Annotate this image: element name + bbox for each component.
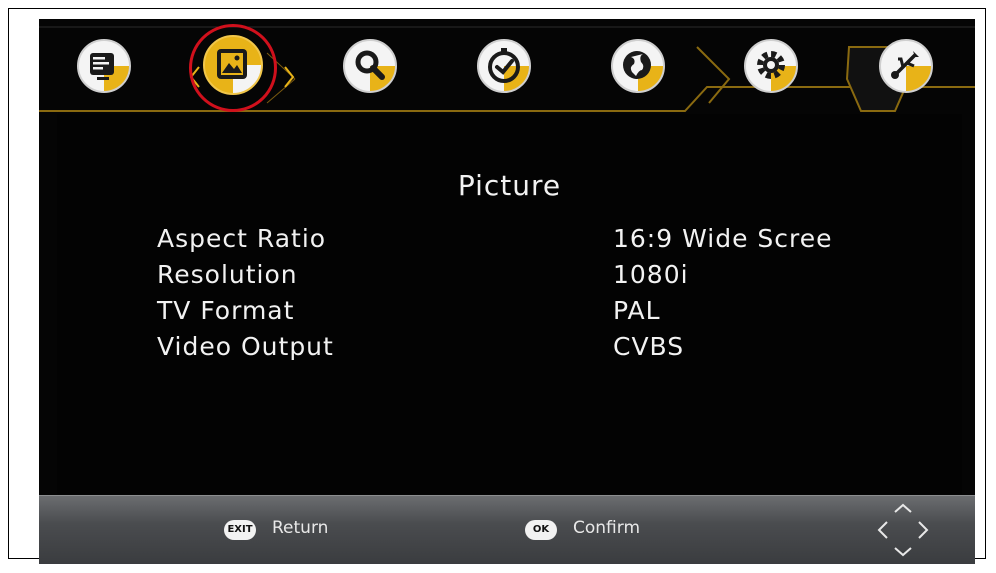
screenshot-frame: Picture Aspect Ratio 16:9 Wide Scree Res…: [8, 8, 986, 564]
menu-system-icon[interactable]: [742, 37, 800, 95]
settings-panel: Picture Aspect Ratio 16:9 Wide Scree Res…: [57, 114, 962, 494]
menu-time-icon[interactable]: [475, 37, 533, 95]
menu-option-icon[interactable]: [609, 37, 667, 95]
menu-search-icon[interactable]: [341, 37, 399, 95]
setting-label: TV Format: [157, 296, 295, 325]
page-title: Picture: [457, 169, 562, 202]
return-hint[interactable]: Return: [272, 518, 328, 538]
setting-row-video-output[interactable]: Video Output CVBS: [157, 332, 937, 368]
setting-label: Aspect Ratio: [157, 224, 327, 253]
setting-value[interactable]: PAL: [613, 296, 661, 325]
menu-usb-icon[interactable]: [877, 37, 935, 95]
setting-value[interactable]: 16:9 Wide Scree: [613, 224, 833, 253]
setting-row-aspect-ratio[interactable]: Aspect Ratio 16:9 Wide Scree: [157, 224, 937, 260]
setting-value[interactable]: 1080i: [613, 260, 689, 289]
setting-row-resolution[interactable]: Resolution 1080i: [157, 260, 937, 296]
navigation-arrows-icon: [877, 503, 929, 557]
setting-label: Resolution: [157, 260, 298, 289]
setting-value[interactable]: CVBS: [613, 332, 684, 361]
main-menu-bar: [39, 19, 975, 114]
setting-label: Video Output: [157, 332, 334, 361]
setting-row-tv-format[interactable]: TV Format PAL: [157, 296, 937, 332]
confirm-hint[interactable]: Confirm: [573, 518, 640, 538]
menu-program-icon[interactable]: [75, 37, 133, 95]
footer-hint-bar: EXIT Return OK Confirm: [39, 495, 975, 564]
ok-key-icon: OK: [525, 520, 557, 540]
menu-picture-icon[interactable]: [202, 34, 264, 96]
tv-screen: Picture Aspect Ratio 16:9 Wide Scree Res…: [39, 19, 975, 564]
exit-key-icon: EXIT: [224, 520, 256, 540]
